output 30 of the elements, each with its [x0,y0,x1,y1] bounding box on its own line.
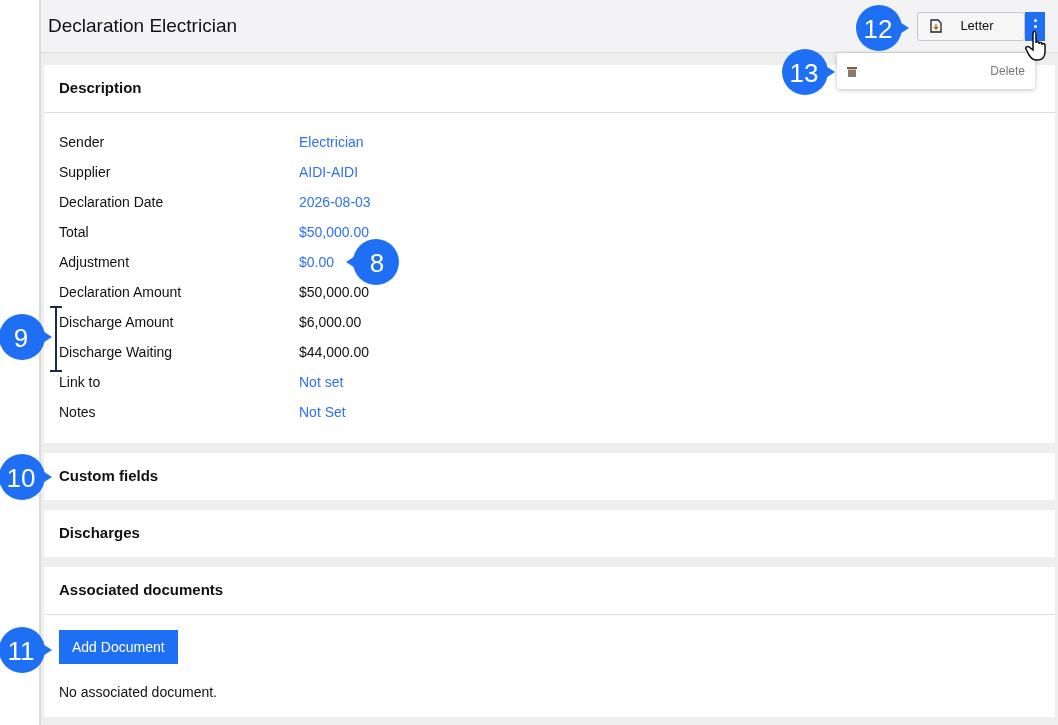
more-options-button[interactable] [1025,11,1045,41]
field-value: $44,000.00 [299,342,370,362]
section-title: Custom fields [59,466,159,487]
section-title: Associated documents [59,580,224,601]
file-download-icon [930,19,942,33]
field-label: Adjustment [59,252,131,272]
field-label: Notes [59,402,97,422]
field-link[interactable]: Not Set [299,401,346,423]
field-link[interactable]: AIDI-AIDI [299,161,359,183]
field-label: Supplier [59,162,112,182]
letter-button[interactable]: Letter [917,11,1025,41]
field-label: Discharge Amount [59,312,175,332]
empty-message: No associated document. [59,683,217,702]
field-link[interactable]: $0.00 [299,251,335,273]
section-title: Discharges [59,523,140,544]
field-value: $6,000.00 [299,312,362,332]
add-document-button[interactable]: Add Document [59,630,178,664]
field-link[interactable]: Not set [299,371,344,393]
field-label: Sender [59,132,106,152]
page-title: Declaration Electrician [48,13,238,38]
menu-item[interactable]: Delete [837,61,1035,81]
section-title: Description [59,78,142,99]
field-label: Declaration Amount [59,282,183,302]
field-link[interactable]: Electrician [299,131,364,153]
field-label: Total [59,222,90,242]
field-link[interactable]: 2026-08-03 [299,191,371,213]
field-label: Link to [59,372,102,392]
field-label: Declaration Date [59,192,165,212]
field-label: Discharge Waiting [59,342,174,362]
trash-icon [847,65,857,77]
